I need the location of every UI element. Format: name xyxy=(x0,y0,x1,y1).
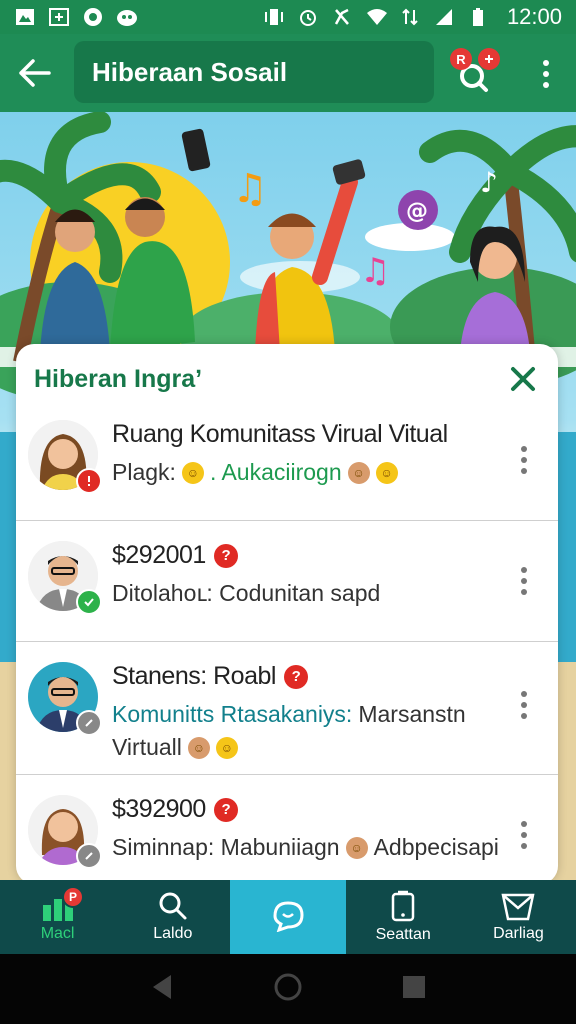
item-subtitle-rest: Marsanstn xyxy=(358,701,466,727)
nav-item-home[interactable]: Macl P xyxy=(0,880,115,954)
clock: 12:00 xyxy=(506,4,562,29)
nav-label: Macl xyxy=(40,925,75,942)
nav-label: Laldo xyxy=(153,925,193,942)
emoji-icon: ☺ xyxy=(345,836,368,859)
avatar xyxy=(28,795,102,869)
overflow-menu-button[interactable] xyxy=(528,54,564,94)
avatar xyxy=(28,662,102,736)
status-bar: 12:00 xyxy=(0,0,576,34)
status-badge xyxy=(76,468,102,494)
svg-text:♫: ♫ xyxy=(360,251,390,291)
item-subtitle-line3: Virtuall xyxy=(112,734,182,760)
page-title: Hiberaan Sosail xyxy=(74,41,434,103)
item-title: Ruang Komunitass Virual Vitual xyxy=(112,420,448,448)
status-badge xyxy=(76,589,102,615)
status-badge xyxy=(76,710,102,736)
nav-label: Seattan xyxy=(375,926,431,943)
list-item[interactable]: $392900 ? Siminnap: Mabuniiagn ☺ Adbpeci… xyxy=(16,774,558,884)
envelope-icon xyxy=(501,893,535,921)
dnd-icon xyxy=(331,7,353,27)
chat-bubble-icon xyxy=(273,901,304,932)
emoji-icon: ☺ xyxy=(215,736,238,759)
item-subtitle-highlight: Komunitts Rtasakaniys: xyxy=(112,701,353,727)
battery-icon xyxy=(467,7,489,27)
photo-notification-icon xyxy=(14,7,36,27)
circle-home-icon xyxy=(274,973,302,1000)
search-button[interactable]: R xyxy=(448,46,504,102)
search-badge: R xyxy=(450,48,472,70)
nav-item-inbox[interactable]: Darliag xyxy=(461,880,576,954)
question-badge-icon: ? xyxy=(283,664,308,689)
nav-item-search[interactable]: Laldo xyxy=(115,880,230,954)
device-icon xyxy=(391,890,415,922)
system-nav-bar xyxy=(0,954,576,1024)
nav-item-settings[interactable]: Seattan xyxy=(346,880,461,954)
wifi-icon xyxy=(365,7,387,27)
emoji-icon: ☺ xyxy=(375,461,398,484)
nav-item-chat[interactable] xyxy=(230,880,346,954)
emoji-icon: ☺ xyxy=(181,461,204,484)
item-subtitle: Ditolahoւ: Codunitan sapd xyxy=(112,580,381,606)
close-button[interactable] xyxy=(506,362,540,396)
system-home-button[interactable] xyxy=(273,972,303,1007)
avatar xyxy=(28,420,102,494)
svg-text:♫: ♫ xyxy=(232,166,268,212)
list-item[interactable]: Stanens: Roabl ? Komunitts Rtasakaniys: … xyxy=(16,641,558,774)
emoji-icon: ☺ xyxy=(347,461,370,484)
back-button[interactable] xyxy=(0,34,70,112)
close-icon xyxy=(511,367,535,391)
item-title: $292001 xyxy=(112,541,206,569)
list-item[interactable]: $292001 ? Ditolahoւ: Codunitan sapd xyxy=(16,520,558,641)
signal-icon xyxy=(433,7,455,27)
item-subtitle-rest: Adbpecisapi xyxy=(373,834,499,860)
svg-text:@: @ xyxy=(406,199,428,224)
svg-text:♪: ♪ xyxy=(480,166,498,199)
app-bar: Hiberaan Sosail R xyxy=(0,34,576,112)
item-subtitle-prefix: Plagk: xyxy=(112,459,176,485)
image-notification-icon xyxy=(48,7,70,27)
system-recents-button[interactable] xyxy=(401,974,427,1005)
more-options-button[interactable] xyxy=(512,687,536,723)
search-icon xyxy=(159,892,187,920)
sheet-header: Hiberan Ingraʼ xyxy=(16,344,558,414)
arrow-left-icon xyxy=(19,59,51,87)
list-item[interactable]: Ruang Komunitass Virual Vitual Plagk: ☺ … xyxy=(16,414,558,520)
data-icon xyxy=(399,7,421,27)
notification-dot xyxy=(478,48,500,70)
more-options-button[interactable] xyxy=(512,442,536,478)
bottom-sheet: Hiberan Ingraʼ Ruang Komunitass Virual V… xyxy=(16,344,558,884)
system-back-button[interactable] xyxy=(149,973,175,1006)
item-subtitle-highlight: . Aukaciirogn xyxy=(209,459,342,485)
nav-label: Darliag xyxy=(493,925,544,942)
more-options-button[interactable] xyxy=(512,563,536,599)
square-recents-icon xyxy=(403,975,425,998)
nav-badge: P xyxy=(62,886,84,908)
item-title: $392900 xyxy=(112,795,206,823)
item-subtitle-prefix: Siminnap: Mabuniiagn xyxy=(112,834,340,860)
sheet-title: Hiberan Ingraʼ xyxy=(34,364,203,393)
game-notification-icon xyxy=(116,7,138,27)
chat-notification-icon xyxy=(82,7,104,27)
triangle-back-icon xyxy=(153,974,171,999)
status-badge xyxy=(76,843,102,869)
question-badge-icon: ? xyxy=(213,543,238,568)
item-title: Stanens: Roabl xyxy=(112,662,276,690)
vibrate-icon xyxy=(263,7,285,27)
emoji-icon: ☺ xyxy=(187,736,210,759)
bottom-nav: Macl P Laldo Seattan Darliag xyxy=(0,880,576,954)
avatar xyxy=(28,541,102,615)
alarm-icon xyxy=(297,7,319,27)
question-badge-icon: ? xyxy=(213,797,238,822)
more-options-button[interactable] xyxy=(512,817,536,853)
